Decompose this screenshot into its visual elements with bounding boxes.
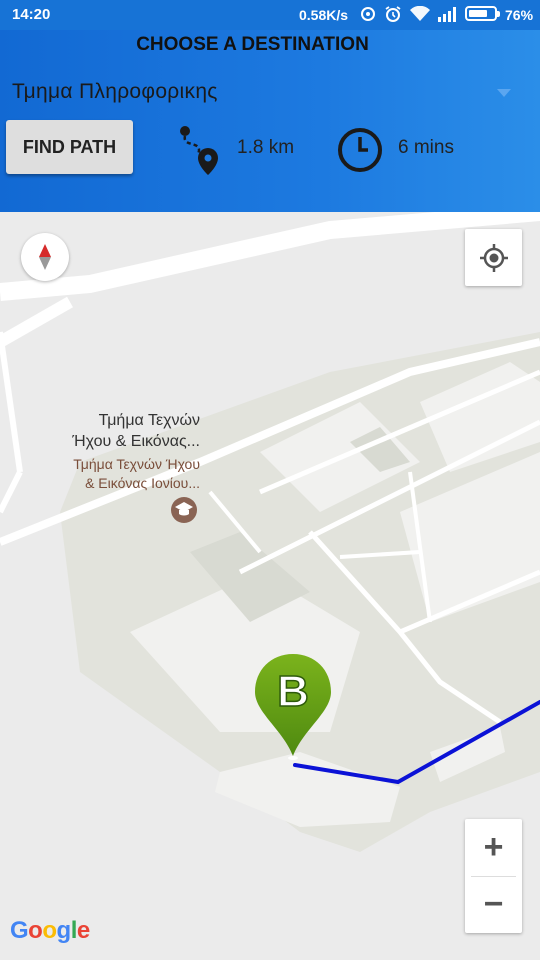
zoom-out-button[interactable]: − [465, 877, 522, 933]
distance-value: 1.8 km [237, 137, 295, 158]
battery-tip [497, 11, 500, 17]
poi-subtitle-line-2: & Εικόνας Ιονίου... [85, 475, 200, 491]
clock-icon [338, 128, 382, 172]
status-time: 14:20 [12, 6, 51, 23]
compass-button[interactable] [21, 233, 69, 281]
battery-icon [465, 6, 497, 21]
battery-percent: 76% [505, 7, 534, 23]
google-logo[interactable]: Google [10, 917, 90, 945]
route-distance-icon [180, 126, 218, 175]
my-location-button[interactable] [465, 229, 522, 286]
sync-icon [361, 7, 375, 21]
zoom-controls: + − [465, 819, 522, 933]
battery-level [469, 10, 488, 17]
destination-panel: CHOOSE A DESTINATION Τμημα Πληροφορικης … [0, 30, 540, 212]
poi-subtitle-line-1: Τμήμα Τεχνών Ήχου [73, 456, 200, 472]
status-network-speed: 0.58K/s [299, 7, 349, 23]
map-canvas[interactable] [0, 212, 540, 960]
signal-icon [438, 7, 456, 22]
zoom-in-button[interactable]: + [465, 820, 522, 876]
alarm-icon [385, 6, 401, 22]
map-view[interactable]: Τμήμα Τεχνών Ήχου & Εικόνας... Τμήμα Τεχ… [0, 212, 540, 960]
education-icon[interactable] [171, 497, 197, 523]
page-title: CHOOSE A DESTINATION [136, 34, 369, 55]
dropdown-arrow-icon[interactable] [497, 89, 511, 97]
destination-select[interactable]: Τμημα Πληροφορικης [12, 80, 218, 104]
duration-value: 6 mins [398, 137, 454, 158]
status-bar: 14:20 0.58K/s 76% [0, 0, 540, 30]
compass-icon [39, 244, 51, 270]
my-location-icon [479, 243, 508, 272]
poi-name-line-2: Ήχου & Εικόνας... [72, 433, 200, 450]
destination-marker-icon[interactable]: B [253, 652, 333, 762]
status-icons [360, 5, 458, 23]
poi-name-line-1: Τμήμα Τεχνών [98, 412, 200, 429]
find-path-button[interactable]: FIND PATH [6, 120, 133, 174]
wifi-icon [410, 6, 430, 21]
marker-letter: B [277, 667, 309, 716]
